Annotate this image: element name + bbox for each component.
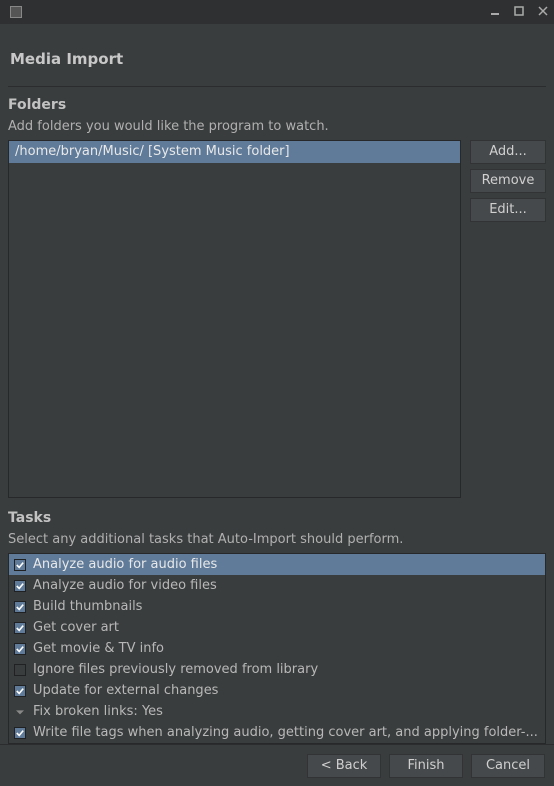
maximize-button[interactable] <box>512 4 526 18</box>
footer: < Back Finish Cancel <box>0 744 554 786</box>
task-row[interactable]: Get movie & TV info <box>9 638 545 659</box>
folders-heading: Folders <box>8 97 546 113</box>
tasks-desc: Select any additional tasks that Auto-Im… <box>8 532 546 547</box>
app-icon <box>10 6 22 18</box>
task-list: Analyze audio for audio files Analyze aud… <box>8 553 546 744</box>
task-row[interactable]: Build thumbnails <box>9 596 545 617</box>
task-checkbox[interactable] <box>14 580 26 592</box>
task-checkbox[interactable] <box>14 727 26 739</box>
task-label: Ignore files previously removed from lib… <box>33 662 540 677</box>
task-checkbox[interactable] <box>14 601 26 613</box>
task-checkbox[interactable] <box>14 643 26 655</box>
titlebar <box>0 0 554 24</box>
finish-button[interactable]: Finish <box>389 754 463 778</box>
task-row[interactable]: Analyze audio for video files <box>9 575 545 596</box>
back-button[interactable]: < Back <box>307 754 381 778</box>
task-checkbox[interactable] <box>14 664 26 676</box>
dropdown-arrow-icon[interactable] <box>14 706 26 718</box>
folder-item[interactable]: /home/bryan/Music/ [System Music folder] <box>9 141 460 163</box>
edit-folder-button[interactable]: Edit... <box>470 198 546 222</box>
folders-desc: Add folders you would like the program t… <box>8 119 546 134</box>
task-row[interactable]: Analyze audio for audio files <box>9 554 545 575</box>
minimize-button[interactable] <box>488 4 502 18</box>
task-row[interactable]: Write file tags when analyzing audio, ge… <box>9 722 545 743</box>
add-folder-button[interactable]: Add... <box>470 140 546 164</box>
remove-folder-button[interactable]: Remove <box>470 169 546 193</box>
task-row[interactable]: Ignore files previously removed from lib… <box>9 659 545 680</box>
folder-list[interactable]: /home/bryan/Music/ [System Music folder] <box>8 140 461 498</box>
task-row[interactable]: Fix broken links: Yes <box>9 701 545 722</box>
task-label: Analyze audio for audio files <box>33 557 540 572</box>
task-row[interactable]: Update for external changes <box>9 680 545 701</box>
task-checkbox[interactable] <box>14 559 26 571</box>
task-label: Fix broken links: Yes <box>33 704 540 719</box>
task-label: Build thumbnails <box>33 599 540 614</box>
task-label: Get cover art <box>33 620 540 635</box>
task-checkbox[interactable] <box>14 622 26 634</box>
close-button[interactable] <box>536 4 550 18</box>
task-label: Write file tags when analyzing audio, ge… <box>33 725 540 740</box>
tasks-heading: Tasks <box>8 510 546 526</box>
task-checkbox[interactable] <box>14 685 26 697</box>
task-row[interactable]: Get cover art <box>9 617 545 638</box>
task-label: Update for external changes <box>33 683 540 698</box>
task-label: Analyze audio for video files <box>33 578 540 593</box>
cancel-button[interactable]: Cancel <box>471 754 545 778</box>
task-label: Get movie & TV info <box>33 641 540 656</box>
page-title: Media Import <box>8 32 546 86</box>
